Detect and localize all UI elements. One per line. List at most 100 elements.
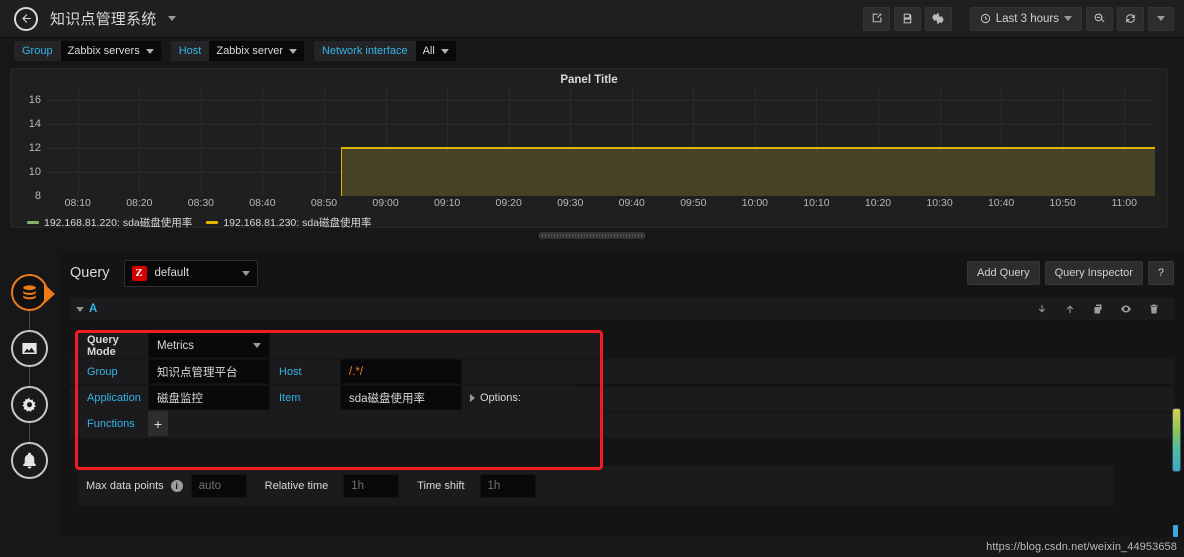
add-function-button[interactable]: + xyxy=(148,411,168,436)
host-label: Host xyxy=(270,359,340,384)
x-tick-label: 09:00 xyxy=(372,197,399,209)
bell-icon xyxy=(23,452,36,469)
zoom-out-button[interactable] xyxy=(1086,6,1113,31)
x-tick-label: 10:20 xyxy=(864,197,892,209)
gear-wrench-icon xyxy=(22,397,36,412)
chart-legend: 192.168.81.220: sda磁盘使用率 192.168.81.230:… xyxy=(11,215,1167,230)
save-dashboard-button[interactable] xyxy=(893,6,921,31)
variable-label-host: Host xyxy=(170,41,210,61)
options-expander[interactable]: Options: xyxy=(462,385,574,410)
chevron-down-icon[interactable] xyxy=(76,306,84,312)
back-button[interactable] xyxy=(14,6,38,31)
database-icon xyxy=(23,285,36,300)
move-down-icon[interactable] xyxy=(1036,303,1048,315)
refresh-button[interactable] xyxy=(1117,6,1144,31)
sidebar-item-general[interactable] xyxy=(11,386,48,423)
topnav-actions: Last 3 hours xyxy=(862,6,1174,31)
query-inspector-button[interactable]: Query Inspector xyxy=(1044,261,1143,285)
time-range-label: Last 3 hours xyxy=(995,12,1059,25)
x-tick-label: 09:10 xyxy=(433,197,461,209)
time-shift-input[interactable]: 1h xyxy=(479,474,536,498)
add-query-button[interactable]: Add Query xyxy=(967,261,1040,285)
row-filler xyxy=(270,333,600,358)
group-input[interactable]: 知识点管理平台 xyxy=(148,359,270,384)
chevron-down-icon[interactable] xyxy=(167,16,176,21)
variable-value-group: Zabbix servers xyxy=(67,45,140,57)
sidebar-item-queries[interactable] xyxy=(11,274,48,311)
datasource-picker[interactable]: Z default xyxy=(123,259,258,287)
clock-icon xyxy=(980,13,990,24)
legend-swatch xyxy=(206,221,219,224)
variable-value-host: Zabbix server xyxy=(216,45,283,57)
dashboard-settings-button[interactable] xyxy=(924,6,952,31)
dashboard-title-wrap[interactable]: 知识点管理系统 xyxy=(50,8,176,29)
duplicate-icon[interactable] xyxy=(1092,303,1104,315)
x-tick-label: 10:00 xyxy=(741,197,769,209)
variable-dropdown-group[interactable]: Zabbix servers xyxy=(60,41,161,61)
item-label: Item xyxy=(270,385,340,410)
y-axis-labels: 8 10 12 14 16 xyxy=(11,88,45,202)
watermark-text: https://blog.csdn.net/weixin_44953658 xyxy=(986,541,1177,553)
legend-item[interactable]: 192.168.81.220: sda磁盘使用率 xyxy=(27,215,192,230)
sidebar-item-visualization[interactable] xyxy=(11,330,48,367)
x-tick-label: 08:30 xyxy=(187,197,215,209)
query-row-toggle[interactable]: A xyxy=(76,303,97,315)
top-navbar: 知识点管理系统 Last 3 hours xyxy=(0,0,1184,38)
y-tick-label: 16 xyxy=(28,94,41,106)
application-item-row: Application 磁盘监控 Item sda磁盘使用率 Options: xyxy=(78,385,600,410)
eye-icon[interactable] xyxy=(1120,303,1132,315)
variable-group: Group Zabbix servers xyxy=(14,41,161,61)
host-input[interactable]: /.*/ xyxy=(340,359,462,384)
chevron-down-icon xyxy=(1157,16,1165,21)
save-icon xyxy=(903,13,911,24)
application-label: Application xyxy=(78,385,148,410)
panel-resize-handle[interactable] xyxy=(539,232,645,239)
graph-panel: Panel Title 8 10 12 14 16 08:10 08:20 08:30 08:… xyxy=(10,68,1168,230)
legend-item[interactable]: 192.168.81.230: sda磁盘使用率 xyxy=(206,215,372,230)
chevron-down-icon xyxy=(253,343,261,348)
info-icon[interactable]: i xyxy=(170,480,183,492)
color-scrollbar[interactable] xyxy=(1172,408,1181,472)
active-tab-pointer xyxy=(44,284,55,304)
refresh-interval-dropdown[interactable] xyxy=(1148,6,1174,31)
zabbix-logo-icon: Z xyxy=(131,265,147,281)
query-mode-label: Query Mode xyxy=(78,333,148,358)
chevron-down-icon xyxy=(241,270,250,276)
variable-label-network-interface: Network interface xyxy=(313,41,416,61)
datasource-name: default xyxy=(154,267,190,279)
y-tick-label: 8 xyxy=(34,190,41,202)
query-mode-select[interactable]: Metrics xyxy=(148,333,270,358)
plot-area[interactable]: 8 10 12 14 16 xyxy=(11,88,1167,202)
gridline xyxy=(139,88,141,196)
chevron-down-icon xyxy=(1064,16,1072,21)
x-axis-labels: 08:10 08:20 08:30 08:40 08:50 09:00 09:10 09:20… xyxy=(47,196,1155,214)
refresh-icon xyxy=(1126,14,1135,23)
edit-sidebar xyxy=(0,252,60,557)
chevron-down-icon xyxy=(440,48,449,54)
share-button[interactable] xyxy=(862,6,890,31)
help-button[interactable]: ? xyxy=(1147,261,1174,285)
legend-label: 192.168.81.230: sda磁盘使用率 xyxy=(223,217,372,229)
max-data-points-input[interactable]: auto xyxy=(190,474,247,498)
chevron-down-icon xyxy=(288,48,297,54)
zoom-out-icon xyxy=(1094,13,1105,23)
chevron-down-icon xyxy=(145,48,154,54)
application-input[interactable]: 磁盘监控 xyxy=(148,385,270,410)
x-tick-label: 10:30 xyxy=(926,197,953,209)
plot-canvas[interactable] xyxy=(47,88,1155,196)
trash-icon[interactable] xyxy=(1148,303,1160,315)
time-range-picker[interactable]: Last 3 hours xyxy=(969,6,1082,31)
item-input[interactable]: sda磁盘使用率 xyxy=(340,385,462,410)
sidebar-item-alert[interactable] xyxy=(11,442,48,479)
relative-time-input[interactable]: 1h xyxy=(343,474,400,498)
x-tick-label: 08:10 xyxy=(64,197,91,209)
variable-dropdown-network-interface[interactable]: All xyxy=(415,41,456,61)
query-row-header: A xyxy=(70,298,1174,320)
functions-label: Functions xyxy=(78,411,148,436)
move-up-icon[interactable] xyxy=(1064,303,1076,315)
x-tick-label: 09:50 xyxy=(680,197,707,209)
x-tick-label: 11:00 xyxy=(1111,197,1137,209)
variable-dropdown-host[interactable]: Zabbix server xyxy=(209,41,304,61)
y-tick-label: 14 xyxy=(28,118,41,130)
functions-row: Functions + xyxy=(78,411,600,436)
